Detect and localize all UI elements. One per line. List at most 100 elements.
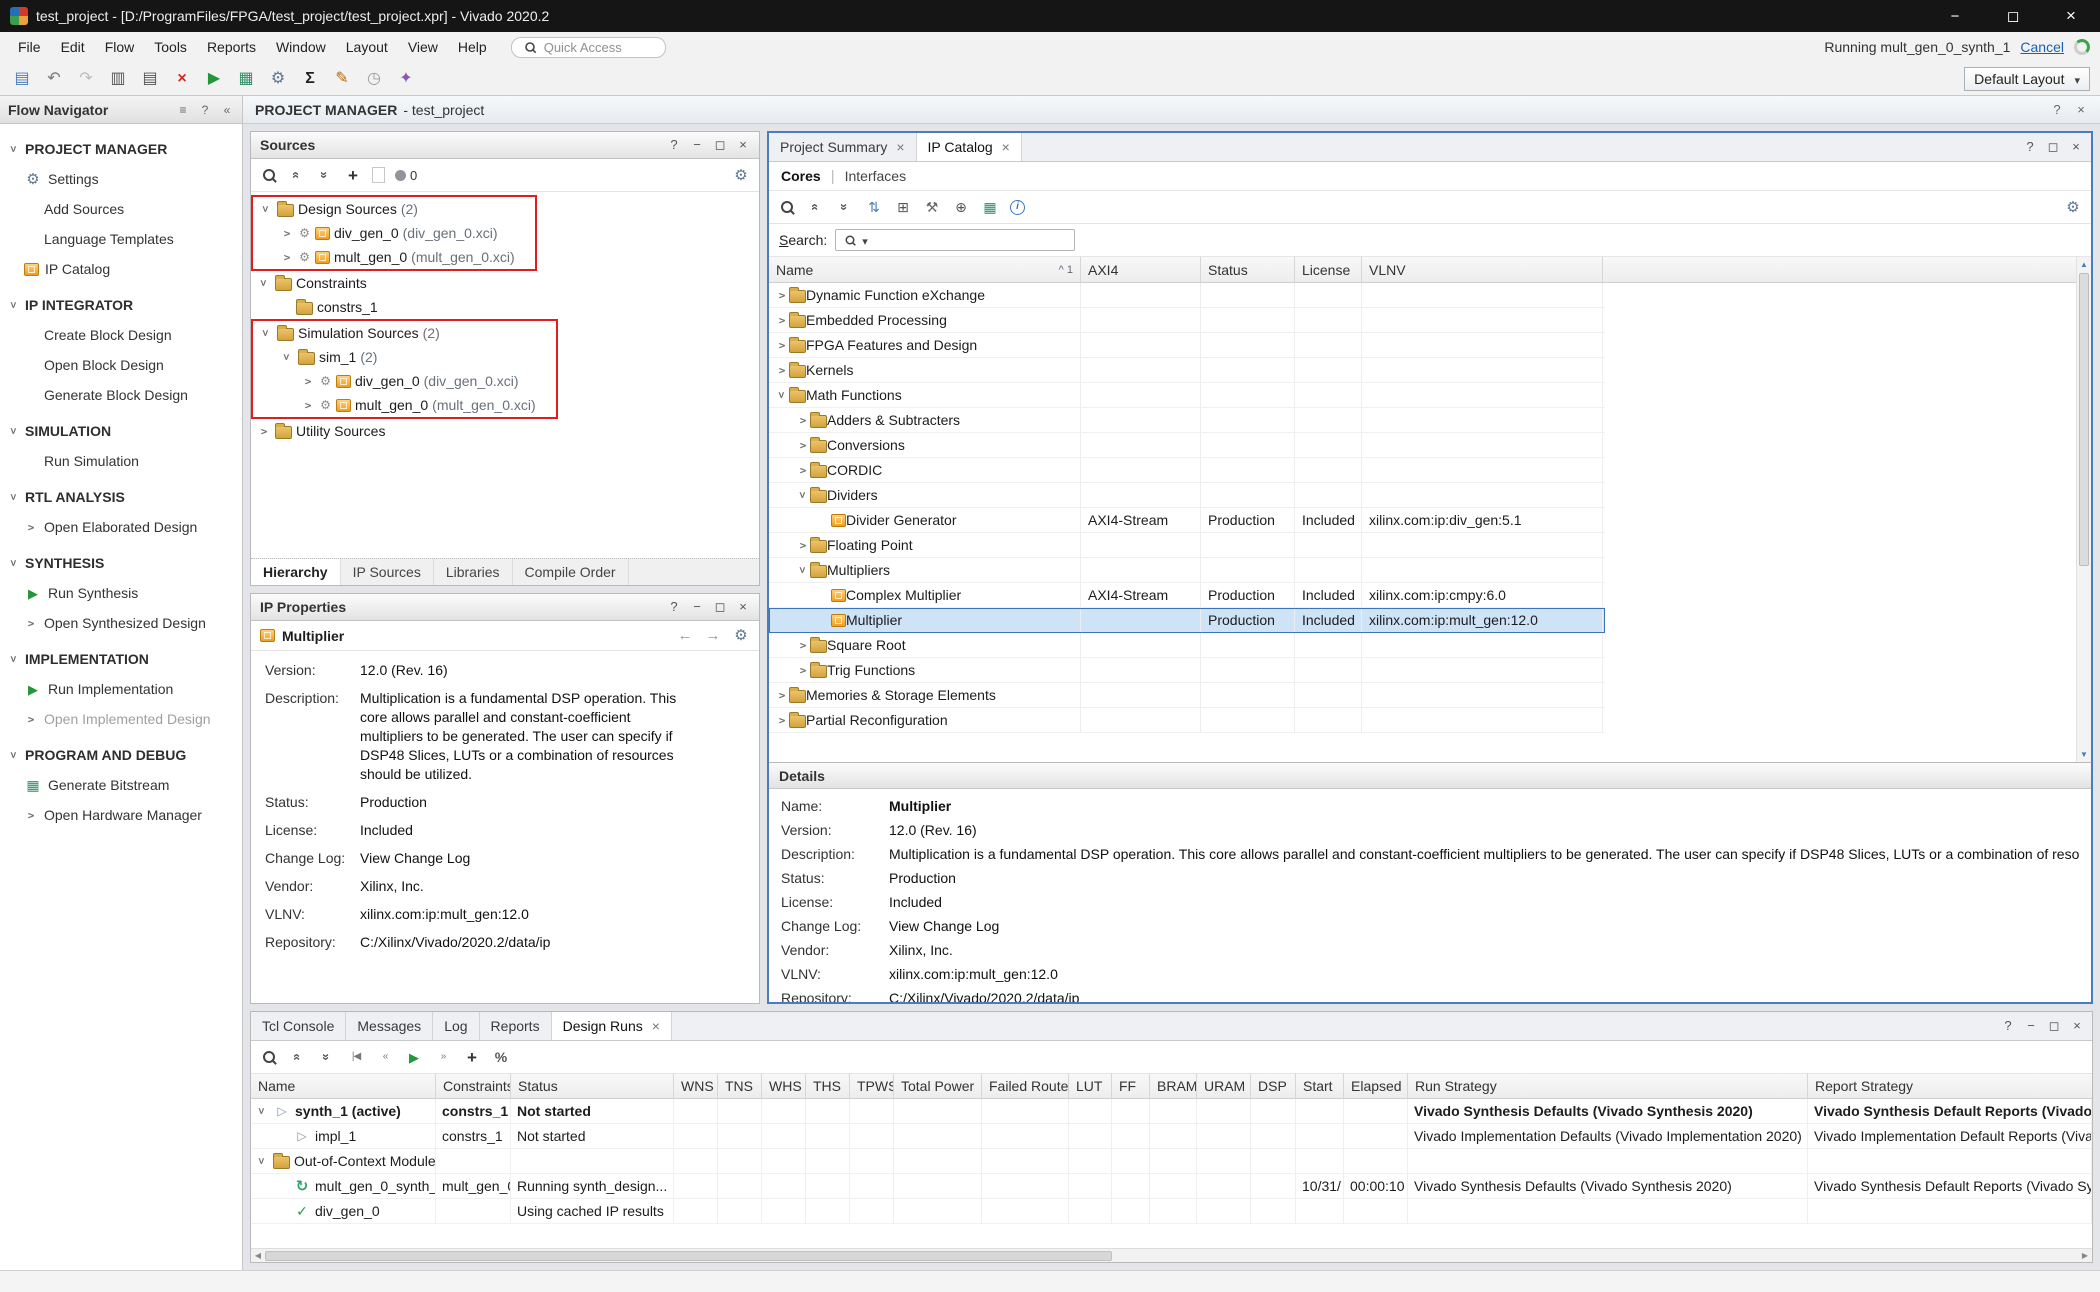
- expander-closed-icon[interactable]: >: [257, 424, 271, 438]
- column-header-start[interactable]: Start: [1296, 1074, 1344, 1098]
- run-row-impl-1[interactable]: ▷impl_1constrs_1Not startedVivado Implem…: [251, 1124, 2092, 1149]
- catalog-row-partial-reconfiguration[interactable]: >Partial Reconfiguration: [769, 708, 1605, 733]
- tab-tcl-console[interactable]: Tcl Console: [251, 1012, 346, 1040]
- wand-icon[interactable]: ✦: [394, 67, 418, 91]
- column-header-status[interactable]: Status: [1201, 257, 1295, 282]
- property-value[interactable]: View Change Log: [360, 849, 470, 868]
- play-icon[interactable]: ▶: [405, 1048, 423, 1066]
- tab-reports[interactable]: Reports: [480, 1012, 552, 1040]
- help-icon[interactable]: [667, 137, 681, 153]
- group-icon[interactable]: ⊞: [894, 198, 912, 216]
- source-item-div-gen-0[interactable]: >⚙div_gen_0 (div_gen_0.xci): [253, 369, 544, 393]
- minimize-icon[interactable]: [690, 137, 704, 153]
- nav-item-run-synthesis[interactable]: ▶Run Synthesis: [0, 578, 242, 608]
- clock-icon[interactable]: ◷: [362, 67, 386, 91]
- scroll-left-icon[interactable]: [251, 1251, 265, 1260]
- column-header-tns[interactable]: TNS: [718, 1074, 762, 1098]
- expander-open-icon[interactable]: >: [255, 1154, 269, 1168]
- expander-closed-icon[interactable]: >: [24, 616, 38, 630]
- catalog-row-math-functions[interactable]: >Math Functions: [769, 383, 1605, 408]
- expander-open-icon[interactable]: >: [259, 202, 273, 216]
- expander-closed-icon[interactable]: >: [280, 250, 294, 264]
- gear-icon[interactable]: ⚙: [732, 627, 750, 645]
- property-value[interactable]: Production: [889, 868, 956, 889]
- step-back-icon[interactable]: «: [376, 1048, 394, 1066]
- catalog-row-complex-multiplier[interactable]: Complex MultiplierAXI4-StreamProductionI…: [769, 583, 1605, 608]
- source-item-utility-sources[interactable]: >Utility Sources: [251, 419, 759, 443]
- wrench-icon[interactable]: ⚒: [923, 198, 941, 216]
- percent-icon[interactable]: %: [492, 1048, 510, 1066]
- expander-closed-icon[interactable]: >: [775, 713, 789, 727]
- dashboard-icon[interactable]: ▤: [10, 67, 34, 91]
- catalog-row-multiplier[interactable]: MultiplierProductionIncludedxilinx.com:i…: [769, 608, 1605, 633]
- close-icon[interactable]: [736, 599, 750, 615]
- expander-open-icon[interactable]: >: [7, 424, 21, 438]
- nav-item-generate-block-design[interactable]: Generate Block Design: [0, 380, 242, 410]
- minimize-button[interactable]: [1926, 0, 1984, 32]
- expander-open-icon[interactable]: >: [7, 748, 21, 762]
- source-item-design-sources[interactable]: >Design Sources (2): [253, 197, 523, 221]
- catalog-row-adders-subtracters[interactable]: >Adders & Subtracters: [769, 408, 1605, 433]
- expander-closed-icon[interactable]: >: [796, 663, 810, 677]
- help-icon[interactable]: [2050, 102, 2064, 117]
- nav-section-implementation[interactable]: >IMPLEMENTATION: [0, 643, 242, 674]
- column-header-elapsed[interactable]: Elapsed: [1344, 1074, 1408, 1098]
- link-icon[interactable]: ⊕: [952, 198, 970, 216]
- tab-compile-order[interactable]: Compile Order: [513, 559, 629, 585]
- expander-closed-icon[interactable]: >: [775, 363, 789, 377]
- expander-closed-icon[interactable]: >: [775, 338, 789, 352]
- property-value[interactable]: View Change Log: [889, 916, 999, 937]
- nav-item-run-simulation[interactable]: Run Simulation: [0, 446, 242, 476]
- forward-arrow-icon[interactable]: →: [704, 627, 722, 645]
- float-icon[interactable]: [2046, 139, 2060, 155]
- nav-item-open-synthesized-design[interactable]: >Open Synthesized Design: [0, 608, 242, 638]
- nav-section-ip-integrator[interactable]: >IP INTEGRATOR: [0, 289, 242, 320]
- column-header-ths[interactable]: THS: [806, 1074, 850, 1098]
- minimize-icon[interactable]: [2024, 1018, 2038, 1034]
- nav-item-open-block-design[interactable]: Open Block Design: [0, 350, 242, 380]
- run-row-mult-gen-0-synth-1[interactable]: ↻mult_gen_0_synth_1mult_gen_0Running syn…: [251, 1174, 2092, 1199]
- tab-log[interactable]: Log: [433, 1012, 479, 1040]
- float-icon[interactable]: [713, 599, 727, 615]
- search-icon[interactable]: [778, 198, 796, 216]
- menu-icon[interactable]: [176, 103, 190, 117]
- scroll-up-icon[interactable]: [2077, 257, 2091, 272]
- column-header-lut[interactable]: LUT: [1069, 1074, 1112, 1098]
- catalog-row-dynamic-function-exchange[interactable]: >Dynamic Function eXchange: [769, 283, 1605, 308]
- expander-open-icon[interactable]: >: [796, 563, 810, 577]
- scroll-down-icon[interactable]: [2077, 747, 2091, 762]
- run-row-out-of-context-module-runs[interactable]: >Out-of-Context Module Runs: [251, 1149, 2092, 1174]
- menu-reports[interactable]: Reports: [197, 32, 266, 62]
- collapse-all-icon[interactable]: «: [807, 198, 825, 216]
- run-row-div-gen-0[interactable]: ✓div_gen_0Using cached IP results: [251, 1199, 2092, 1224]
- column-header-ff[interactable]: FF: [1112, 1074, 1150, 1098]
- source-item-sim-1[interactable]: >sim_1 (2): [253, 345, 544, 369]
- column-header-tpws[interactable]: TPWS: [850, 1074, 894, 1098]
- catalog-row-divider-generator[interactable]: Divider GeneratorAXI4-StreamProductionIn…: [769, 508, 1605, 533]
- board-icon[interactable]: ▦: [234, 67, 258, 91]
- pencil-icon[interactable]: ✎: [330, 67, 354, 91]
- expander-closed-icon[interactable]: >: [301, 398, 315, 412]
- expander-open-icon[interactable]: >: [796, 488, 810, 502]
- nav-item-settings[interactable]: ⚙Settings: [0, 164, 242, 194]
- expander-closed-icon[interactable]: >: [775, 313, 789, 327]
- tab-ip-sources[interactable]: IP Sources: [341, 559, 434, 585]
- search-icon[interactable]: [260, 166, 278, 184]
- info-icon[interactable]: i: [1010, 200, 1025, 215]
- close-icon[interactable]: [2070, 1018, 2084, 1034]
- maximize-button[interactable]: [1984, 0, 2042, 32]
- expander-closed-icon[interactable]: >: [280, 226, 294, 240]
- doc-icon[interactable]: [372, 167, 385, 183]
- menu-view[interactable]: View: [398, 32, 448, 62]
- expander-closed-icon[interactable]: >: [796, 413, 810, 427]
- nav-section-project-manager[interactable]: >PROJECT MANAGER: [0, 133, 242, 164]
- scrollbar-thumb[interactable]: [2079, 273, 2089, 566]
- source-item-div-gen-0[interactable]: >⚙div_gen_0 (div_gen_0.xci): [253, 221, 523, 245]
- column-header-dsp[interactable]: DSP: [1251, 1074, 1296, 1098]
- tab-ip-catalog[interactable]: IP Catalog×: [917, 133, 1022, 161]
- skip-start-icon[interactable]: |◀: [347, 1048, 365, 1066]
- source-item-simulation-sources[interactable]: >Simulation Sources (2): [253, 321, 544, 345]
- expand-all-icon[interactable]: »: [316, 166, 334, 184]
- expander-closed-icon[interactable]: >: [796, 638, 810, 652]
- column-header-failed-routes[interactable]: Failed Routes: [982, 1074, 1069, 1098]
